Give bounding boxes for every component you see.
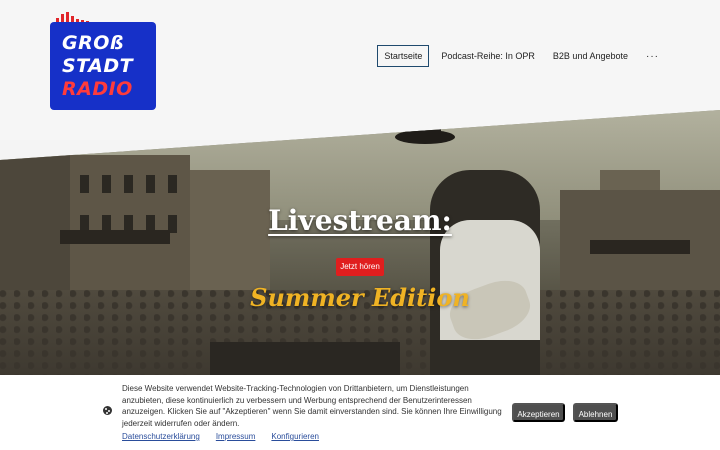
accept-button[interactable]: Akzeptieren — [512, 403, 565, 422]
nav-item-startseite[interactable]: Startseite — [377, 45, 430, 67]
reject-button[interactable]: Ablehnen — [573, 403, 618, 422]
nav-item-podcast[interactable]: Podcast-Reihe: In OPR — [435, 46, 541, 66]
logo-line-3: RADIO — [62, 78, 133, 100]
main-nav: Startseite Podcast-Reihe: In OPR B2B und… — [377, 45, 665, 67]
cookie-links: Datenschutzerklärung Impressum Konfiguri… — [122, 432, 319, 441]
privacy-policy-link[interactable]: Datenschutzerklärung — [122, 432, 200, 441]
nav-item-b2b[interactable]: B2B und Angebote — [547, 46, 634, 66]
logo-line-1: GROß — [62, 32, 125, 54]
hero-hat-brim — [395, 130, 455, 144]
logo-line-2: STADT — [62, 55, 134, 77]
imprint-link[interactable]: Impressum — [216, 432, 256, 441]
hero-title: Livestream: — [268, 204, 452, 237]
site-logo[interactable]: GROß STADT RADIO — [50, 12, 156, 110]
cookie-icon — [103, 406, 112, 415]
listen-now-button[interactable]: Jetzt hören — [336, 258, 384, 276]
hero-subtitle: Summer Edition — [250, 283, 470, 312]
logo-box: GROß STADT RADIO — [50, 22, 156, 110]
cookie-text: Diese Website verwendet Website-Tracking… — [122, 384, 502, 428]
configure-link[interactable]: Konfigurieren — [271, 432, 319, 441]
nav-more-button[interactable]: ··· — [640, 46, 665, 67]
